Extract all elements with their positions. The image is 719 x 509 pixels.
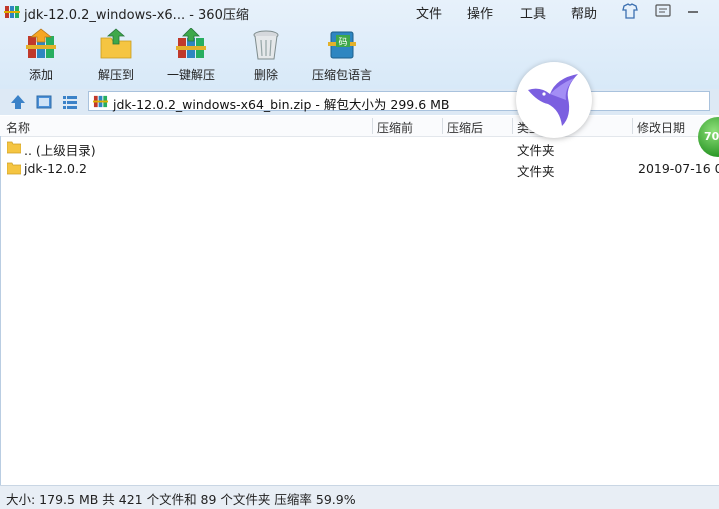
archive-language-button[interactable]: 码 压缩包语言 (305, 28, 379, 84)
up-arrow-icon[interactable] (9, 93, 27, 111)
file-name: .. (上级目录) (24, 143, 96, 158)
list-header: 名称 压缩前 压缩后 类型 修改日期 (0, 116, 719, 137)
address-bar: jdk-12.0.2_windows-x64_bin.zip - 解包大小为 2… (0, 89, 719, 115)
column-name[interactable]: 名称 (6, 119, 30, 136)
add-button[interactable]: 添加 (6, 28, 76, 84)
feedback-icon[interactable] (653, 2, 673, 20)
column-size-before[interactable]: 压缩前 (377, 119, 413, 136)
skin-shirt-icon[interactable] (620, 2, 640, 20)
one-click-extract-label: 一键解压 (166, 68, 215, 82)
address-field[interactable]: jdk-12.0.2_windows-x64_bin.zip - 解包大小为 2… (88, 91, 710, 112)
list-item-parent-dir[interactable]: .. (上级目录) 文件夹 (0, 137, 719, 158)
file-type: 文件夹 (517, 164, 555, 179)
column-size-after[interactable]: 压缩后 (447, 119, 483, 136)
trash-can-icon (253, 30, 279, 60)
hummingbird-icon (528, 74, 578, 126)
file-type: 文件夹 (517, 143, 555, 158)
large-icons-view-icon[interactable] (35, 93, 53, 111)
column-modified[interactable]: 修改日期 (637, 119, 685, 136)
extract-to-label: 解压到 (97, 68, 134, 82)
file-name: jdk-12.0.2 (24, 161, 87, 176)
minimize-icon[interactable] (683, 2, 703, 20)
add-label: 添加 (28, 68, 53, 82)
title-bar: jdk-12.0.2_windows-x6... - 360压缩 文件 操作 工… (0, 0, 719, 24)
archive-language-icon: 码 (328, 31, 356, 59)
extract-to-icon (100, 28, 132, 59)
folder-icon (7, 141, 21, 154)
one-click-extract-button[interactable]: 一键解压 (156, 28, 226, 84)
archive-file-icon (93, 95, 108, 108)
address-path: jdk-12.0.2_windows-x64_bin.zip - 解包大小为 2… (113, 97, 450, 112)
window-title: jdk-12.0.2_windows-x6... - 360压缩 (24, 8, 249, 23)
pane-border (0, 136, 1, 486)
menu-help[interactable]: 帮助 (571, 3, 597, 22)
column-divider[interactable] (372, 118, 373, 134)
top-band: jdk-12.0.2_windows-x6... - 360压缩 文件 操作 工… (0, 0, 719, 89)
winrar-books-icon (4, 6, 20, 18)
column-divider[interactable] (632, 118, 633, 134)
column-divider[interactable] (512, 118, 513, 134)
one-click-extract-icon (176, 28, 206, 58)
status-text: 大小: 179.5 MB 共 421 个文件和 89 个文件夹 压缩率 59.9… (6, 492, 356, 507)
archive-language-label: 压缩包语言 (311, 68, 372, 82)
svg-text:码: 码 (338, 37, 347, 48)
delete-button[interactable]: 删除 (231, 28, 301, 84)
folder-icon (7, 162, 21, 175)
column-divider[interactable] (442, 118, 443, 134)
details-view-icon[interactable] (61, 93, 79, 111)
menu-file[interactable]: 文件 (416, 3, 442, 22)
status-bar: 大小: 179.5 MB 共 421 个文件和 89 个文件夹 压缩率 59.9… (0, 485, 719, 509)
speed-badge-text: 70 (704, 130, 719, 143)
file-date: 2019-07-16 09 (638, 161, 719, 176)
add-archive-icon (26, 28, 56, 58)
extract-to-button[interactable]: 解压到 (81, 28, 151, 84)
menu-operate[interactable]: 操作 (467, 3, 493, 22)
list-item-jdk-folder[interactable]: jdk-12.0.2 文件夹 2019-07-16 09 (0, 158, 719, 179)
delete-label: 删除 (253, 68, 278, 82)
bird-logo[interactable] (516, 62, 592, 138)
menu-tools[interactable]: 工具 (520, 3, 546, 22)
